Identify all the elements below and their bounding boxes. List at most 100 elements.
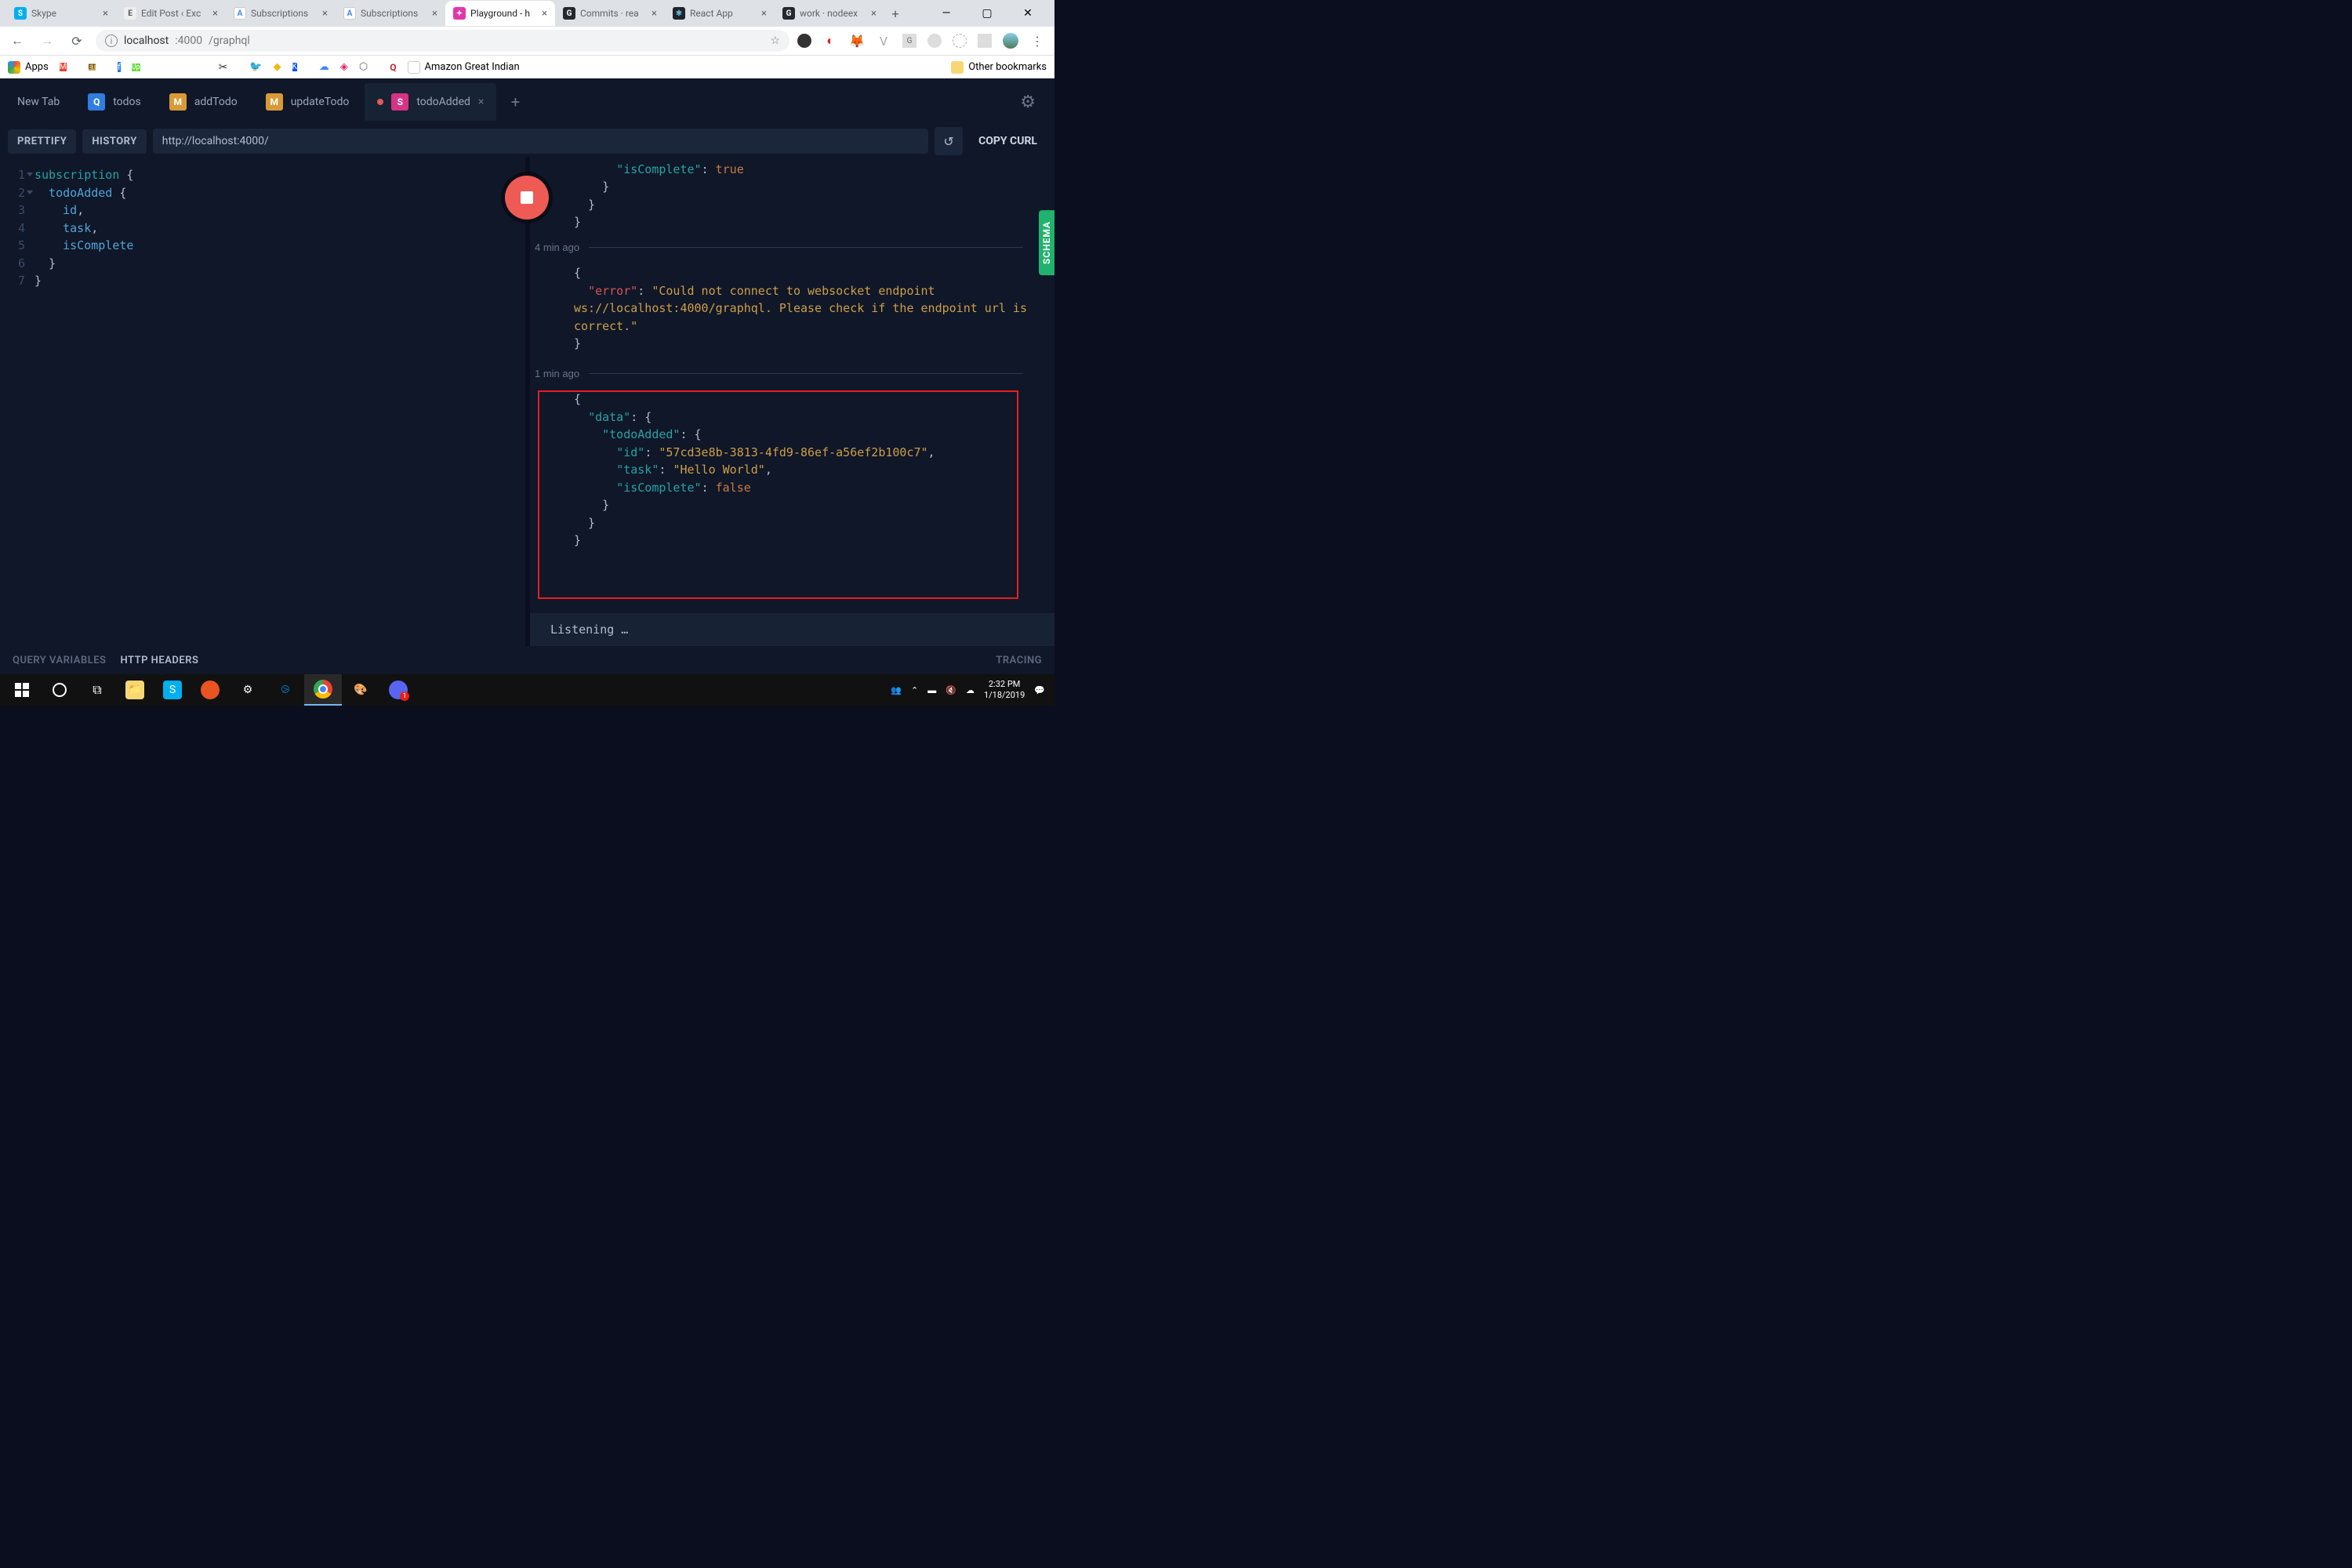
taskbar-app-chrome[interactable] [304, 674, 342, 706]
taskbar-app[interactable]: S [154, 674, 191, 706]
amazon-bookmark[interactable]: Amazon Great Indian [408, 61, 520, 74]
ext-icon[interactable]: ◐ [822, 33, 838, 49]
browser-tab[interactable]: EEdit Post ‹ Exc× [116, 1, 226, 26]
close-icon[interactable]: × [871, 8, 877, 20]
star-icon[interactable]: ☆ [770, 34, 780, 47]
browser-tab[interactable]: ASubscriptions× [336, 1, 445, 26]
reload-schema-button[interactable]: ↺ [935, 127, 963, 155]
bookmark-icon[interactable]: ☁ [319, 61, 329, 73]
start-button[interactable] [3, 674, 41, 706]
tray-chevron-icon[interactable]: ⌃ [911, 685, 918, 695]
clock-date: 1/18/2019 [984, 690, 1025, 701]
browser-tab[interactable]: ASubscriptions× [226, 1, 336, 26]
close-icon[interactable]: × [542, 8, 547, 20]
bookmark-icon[interactable]: 🐦 [249, 61, 262, 73]
taskbar-app[interactable]: ⚙ [229, 674, 267, 706]
ext-icon[interactable] [927, 34, 942, 48]
profile-avatar-icon[interactable] [1003, 33, 1018, 49]
menu-icon[interactable]: ⋮ [1029, 33, 1045, 49]
ext-icon[interactable] [953, 34, 967, 48]
taskbar-app[interactable]: 1 [379, 674, 417, 706]
close-icon[interactable]: × [761, 8, 767, 20]
taskbar-app[interactable] [191, 674, 229, 706]
new-tab-button[interactable]: + [884, 2, 906, 24]
taskbar-clock[interactable]: 2:32 PM 1/18/2019 [984, 679, 1025, 701]
task-view-icon[interactable]: ⧉ [78, 674, 116, 706]
line-number: 1 [8, 166, 34, 184]
browser-tab[interactable]: SSkype× [6, 1, 116, 26]
line-number: 6 [8, 255, 34, 273]
taskbar-app[interactable]: 📁 [116, 674, 154, 706]
tab-title: React App [690, 8, 757, 19]
bookmark-icon[interactable]: ✂ [219, 61, 228, 74]
history-button[interactable]: HISTORY [82, 129, 146, 154]
execute-stop-button[interactable] [505, 176, 549, 220]
ext-icon[interactable]: 🦊 [849, 33, 865, 49]
mutation-badge-icon: M [266, 93, 283, 111]
taskbar-app[interactable]: ⧁ [267, 674, 304, 706]
close-icon[interactable]: × [322, 8, 328, 20]
listening-status: Listening … [530, 613, 1054, 647]
prettify-button[interactable]: PRETTIFY [8, 129, 76, 154]
playground-tab-updatetodo[interactable]: MupdateTodo [253, 83, 362, 121]
browser-tab-active[interactable]: ✦Playground - h× [445, 1, 555, 26]
schema-tab-button[interactable]: SCHEMA [1039, 210, 1054, 275]
browser-tab[interactable]: GCommits · rea× [555, 1, 665, 26]
notifications-icon[interactable]: 💬 [1034, 685, 1045, 695]
playground-tab-todos[interactable]: Qtodos [75, 83, 154, 121]
playground-add-tab-button[interactable]: + [499, 86, 531, 118]
back-button[interactable]: ← [6, 30, 28, 52]
close-icon[interactable]: × [432, 8, 437, 20]
browser-tab[interactable]: ⚛React App× [665, 1, 775, 26]
playground-new-tab[interactable]: New Tab [5, 83, 72, 121]
cortana-icon[interactable] [41, 674, 78, 706]
info-icon[interactable]: i [105, 34, 118, 47]
close-icon[interactable]: × [652, 8, 657, 20]
result-block-prev: "task": "Hello World", "isComplete": tru… [530, 160, 1054, 231]
bookmark-icon[interactable]: ◆ [274, 61, 281, 73]
subscription-badge-icon: S [391, 93, 408, 111]
tray-onedrive-icon[interactable]: ☁ [966, 685, 975, 695]
bookmark-icon[interactable]: ET [89, 64, 96, 71]
http-headers-tab[interactable]: HTTP HEADERS [121, 655, 199, 666]
line-number: 5 [8, 237, 34, 255]
query-variables-tab[interactable]: QUERY VARIABLES [13, 655, 107, 666]
other-bookmarks[interactable]: Other bookmarks [951, 61, 1047, 74]
tray-volume-icon[interactable]: 🔇 [946, 685, 956, 695]
forward-button[interactable]: → [36, 30, 58, 52]
code-token: } [34, 274, 42, 288]
settings-gear-icon[interactable]: ⚙ [1020, 93, 1050, 112]
close-icon[interactable]: × [212, 8, 218, 20]
bookmark-icon[interactable]: Q [390, 62, 396, 73]
copy-curl-button[interactable]: COPY CURL [969, 129, 1047, 154]
minimize-icon[interactable]: — [929, 1, 964, 26]
maximize-icon[interactable]: ▢ [970, 1, 1004, 26]
playground-tab-addtodo[interactable]: MaddTodo [157, 83, 250, 121]
apps-bookmark[interactable]: Apps [8, 61, 49, 74]
close-window-icon[interactable]: ✕ [1011, 1, 1045, 26]
query-editor[interactable]: 1subscription { 2 todoAdded { 3 id, 4 ta… [0, 157, 525, 646]
graphql-playground: New Tab Qtodos MaddTodo MupdateTodo Stod… [0, 78, 1054, 674]
address-bar[interactable]: i localhost:4000/graphql ☆ [96, 30, 789, 52]
code-token: todoAdded [34, 186, 112, 200]
tray-people-icon[interactable]: 👥 [891, 685, 902, 695]
bookmark-icon[interactable]: M [60, 63, 67, 71]
ext-icon[interactable]: G [902, 34, 916, 48]
bookmark-icon[interactable]: Up [132, 64, 140, 71]
bookmark-icon[interactable]: ◈ [340, 61, 348, 73]
bookmark-icon[interactable]: f [118, 62, 121, 72]
bookmark-icon[interactable]: ⬡ [359, 61, 368, 73]
playground-tab-todoadded[interactable]: StodoAdded× [365, 83, 496, 121]
tray-battery-icon[interactable]: ▬ [927, 685, 936, 695]
ext-icon[interactable]: V [876, 33, 891, 49]
tracing-tab[interactable]: TRACING [996, 655, 1042, 666]
endpoint-input[interactable]: http://localhost:4000/ [153, 129, 928, 154]
reload-button[interactable]: ⟳ [66, 30, 88, 52]
close-icon[interactable]: × [478, 96, 484, 108]
close-icon[interactable]: × [103, 8, 108, 20]
browser-tab[interactable]: Gwork · nodeex× [775, 1, 884, 26]
taskbar-app[interactable]: 🎨 [342, 674, 379, 706]
bookmark-icon[interactable]: K [292, 63, 297, 71]
ext-icon[interactable] [797, 34, 811, 48]
ext-icon[interactable] [978, 34, 992, 48]
